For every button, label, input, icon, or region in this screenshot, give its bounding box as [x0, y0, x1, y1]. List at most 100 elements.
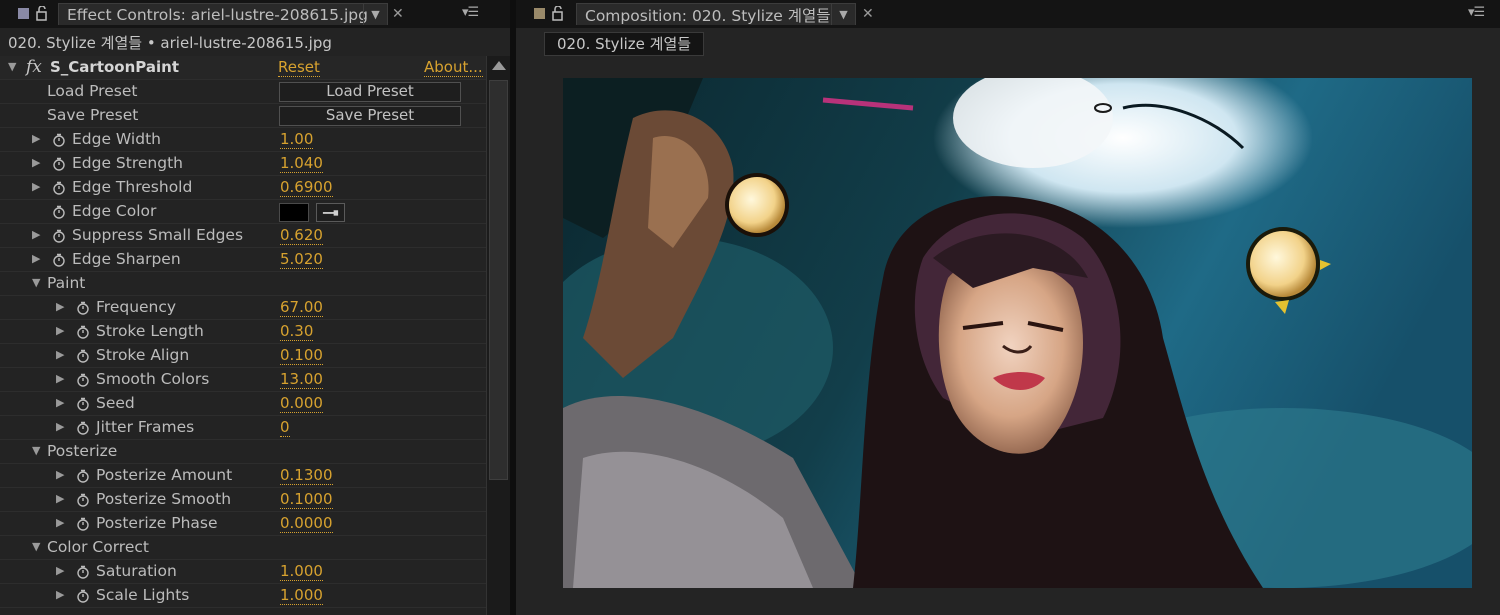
stopwatch-icon[interactable]: [76, 301, 90, 315]
param-value-edge-threshold[interactable]: 0.6900: [280, 178, 333, 197]
panel-tab-bar: Composition: 020. Stylize 계열들 ▼ ✕ ▾☰: [516, 0, 1500, 28]
stopwatch-icon[interactable]: [76, 469, 90, 483]
twirl-closed-icon[interactable]: ▶: [32, 180, 42, 194]
param-label: Seed: [96, 394, 135, 412]
lock-icon[interactable]: [552, 6, 566, 21]
eyedropper-icon[interactable]: [316, 203, 345, 222]
param-value-posterize-amount[interactable]: 0.1300: [280, 466, 333, 485]
twirl-closed-icon[interactable]: ▶: [56, 516, 66, 530]
twirl-closed-icon[interactable]: ▶: [56, 372, 66, 386]
param-value-posterize-phase[interactable]: 0.0000: [280, 514, 333, 533]
save-preset-label: Save Preset: [47, 106, 139, 124]
param-label: Smooth Colors: [96, 370, 210, 388]
panel-tab-bar: Effect Controls: ariel-lustre-208615.jpg…: [0, 0, 510, 28]
twirl-closed-icon[interactable]: ▶: [56, 420, 66, 434]
param-row-posterize-smooth: ▶ Posterize Smooth 0.1000: [0, 488, 486, 512]
param-row-jitter-frames: ▶ Jitter Frames 0: [0, 416, 486, 440]
param-label: Frequency: [96, 298, 177, 316]
close-icon[interactable]: ✕: [392, 6, 404, 22]
param-row-posterize-amount: ▶ Posterize Amount 0.1300: [0, 464, 486, 488]
composition-name-chip[interactable]: 020. Stylize 계열들: [544, 32, 705, 56]
twirl-closed-icon[interactable]: ▶: [56, 300, 66, 314]
save-preset-row: Save Preset Save Preset: [0, 104, 486, 128]
param-value-posterize-smooth[interactable]: 0.1000: [280, 490, 333, 509]
param-value-smooth-colors[interactable]: 13.00: [280, 370, 323, 389]
twirl-open-icon[interactable]: ▼: [32, 276, 42, 290]
load-preset-button[interactable]: Load Preset: [279, 82, 461, 102]
stopwatch-icon[interactable]: [76, 397, 90, 411]
twirl-closed-icon[interactable]: ▶: [56, 588, 66, 602]
panel-menu-icon[interactable]: ▾☰: [1468, 5, 1485, 20]
reset-button[interactable]: Reset: [278, 58, 320, 77]
close-icon[interactable]: ✕: [862, 6, 874, 22]
twirl-closed-icon[interactable]: ▶: [56, 492, 66, 506]
stopwatch-icon[interactable]: [76, 565, 90, 579]
stopwatch-icon[interactable]: [76, 589, 90, 603]
panel-menu-icon[interactable]: ▾☰: [462, 5, 479, 20]
twirl-closed-icon[interactable]: ▶: [56, 468, 66, 482]
param-value-scale-lights[interactable]: 1.000: [280, 586, 323, 605]
twirl-closed-icon[interactable]: ▶: [32, 252, 42, 266]
group-paint[interactable]: ▼ Paint: [0, 272, 486, 296]
twirl-open-icon[interactable]: ▼: [8, 60, 18, 74]
param-label: Stroke Length: [96, 322, 204, 340]
twirl-open-icon[interactable]: ▼: [32, 444, 42, 458]
tab-effect-controls[interactable]: Effect Controls: ariel-lustre-208615.jpg…: [58, 3, 388, 25]
param-value-edge-width[interactable]: 1.00: [280, 130, 314, 149]
tab-composition[interactable]: Composition: 020. Stylize 계열들 ▼: [576, 3, 856, 25]
stopwatch-icon[interactable]: [76, 421, 90, 435]
twirl-closed-icon[interactable]: ▶: [32, 228, 42, 242]
group-color-correct[interactable]: ▼ Color Correct: [0, 536, 486, 560]
chevron-down-icon[interactable]: ▼: [831, 4, 855, 25]
scroll-up-icon[interactable]: [492, 61, 506, 70]
param-value-stroke-align[interactable]: 0.100: [280, 346, 323, 365]
param-value-jitter-frames[interactable]: 0: [280, 418, 290, 437]
stopwatch-icon[interactable]: [52, 157, 66, 171]
about-button[interactable]: About...: [424, 58, 483, 77]
effect-name: S_CartoonPaint: [50, 58, 179, 76]
param-row-stroke-length: ▶ Stroke Length 0.30: [0, 320, 486, 344]
panel-color-icon: [18, 8, 29, 19]
lock-icon[interactable]: [36, 6, 50, 21]
stopwatch-icon[interactable]: [52, 181, 66, 195]
scrollbar[interactable]: [486, 56, 510, 615]
scroll-thumb[interactable]: [489, 80, 508, 480]
param-label: Posterize Amount: [96, 466, 233, 484]
save-preset-button[interactable]: Save Preset: [279, 106, 461, 126]
stopwatch-icon[interactable]: [52, 133, 66, 147]
group-label: Posterize: [47, 442, 118, 460]
param-value-edge-strength[interactable]: 1.040: [280, 154, 323, 173]
param-value-suppress-small-edges[interactable]: 0.620: [280, 226, 323, 245]
twirl-closed-icon[interactable]: ▶: [32, 132, 42, 146]
edge-color-swatch[interactable]: [279, 203, 309, 222]
fx-toggle-icon[interactable]: fx: [26, 57, 42, 77]
stopwatch-icon[interactable]: [52, 229, 66, 243]
param-value-frequency[interactable]: 67.00: [280, 298, 323, 317]
group-posterize[interactable]: ▼ Posterize: [0, 440, 486, 464]
stopwatch-icon[interactable]: [76, 373, 90, 387]
twirl-closed-icon[interactable]: ▶: [56, 348, 66, 362]
effect-header-row[interactable]: ▼ fx S_CartoonPaint Reset About...: [0, 56, 486, 80]
composition-viewer[interactable]: [563, 78, 1472, 588]
tab-composition-label: Composition: 020. Stylize 계열들: [585, 6, 831, 25]
stopwatch-icon[interactable]: [52, 205, 66, 219]
param-value-edge-sharpen[interactable]: 5.020: [280, 250, 323, 269]
twirl-closed-icon[interactable]: ▶: [56, 396, 66, 410]
load-preset-label: Load Preset: [47, 82, 138, 100]
stopwatch-icon[interactable]: [76, 325, 90, 339]
param-value-saturation[interactable]: 1.000: [280, 562, 323, 581]
chevron-down-icon[interactable]: ▼: [363, 4, 387, 25]
param-value-seed[interactable]: 0.000: [280, 394, 323, 413]
effect-controls-panel: Effect Controls: ariel-lustre-208615.jpg…: [0, 0, 510, 615]
twirl-closed-icon[interactable]: ▶: [56, 564, 66, 578]
param-row-stroke-align: ▶ Stroke Align 0.100: [0, 344, 486, 368]
stopwatch-icon[interactable]: [76, 493, 90, 507]
param-value-stroke-length[interactable]: 0.30: [280, 322, 314, 341]
stopwatch-icon[interactable]: [76, 349, 90, 363]
param-label: Jitter Frames: [96, 418, 195, 436]
twirl-open-icon[interactable]: ▼: [32, 540, 42, 554]
twirl-closed-icon[interactable]: ▶: [56, 324, 66, 338]
twirl-closed-icon[interactable]: ▶: [32, 156, 42, 170]
stopwatch-icon[interactable]: [52, 253, 66, 267]
stopwatch-icon[interactable]: [76, 517, 90, 531]
